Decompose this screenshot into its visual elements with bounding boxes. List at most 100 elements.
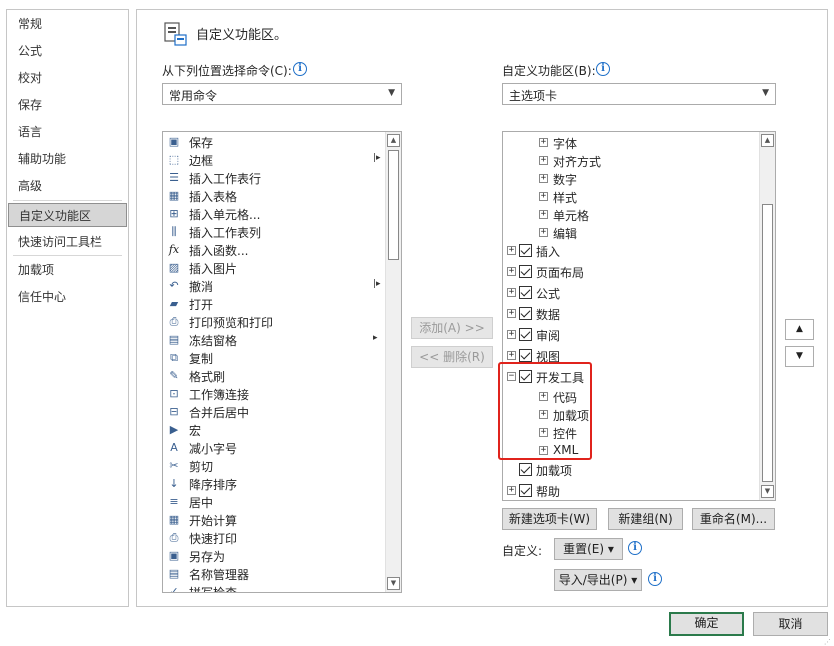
command-item[interactable]: ↶ 撤消 |▸ bbox=[167, 277, 387, 295]
nav-item[interactable]: 校对 bbox=[8, 66, 127, 90]
move-up-button[interactable]: ▲ bbox=[785, 319, 814, 340]
expand-icon[interactable]: + bbox=[507, 351, 516, 360]
ribbon-tree-item[interactable]: + 审阅 bbox=[503, 326, 758, 344]
expand-icon[interactable]: + bbox=[507, 267, 516, 276]
tab-checkbox[interactable] bbox=[519, 328, 532, 341]
ribbon-tree-item[interactable]: + 样式 bbox=[503, 188, 758, 206]
command-item[interactable]: ⫼ 插入工作表列 bbox=[167, 223, 387, 241]
command-item[interactable]: ✎ 格式刷 bbox=[167, 367, 387, 385]
tab-checkbox[interactable] bbox=[519, 265, 532, 278]
new-group-button[interactable]: 新建组(N) bbox=[608, 508, 683, 530]
command-item[interactable]: ⧉ 复制 bbox=[167, 349, 387, 367]
nav-item[interactable]: 高级 bbox=[8, 174, 127, 198]
nav-item[interactable]: 公式 bbox=[8, 39, 127, 63]
nav-item[interactable]: 信任中心 bbox=[8, 285, 127, 309]
command-item[interactable]: ⬚ 边框 |▸ bbox=[167, 151, 387, 169]
ribbon-tree-item[interactable]: + 字体 bbox=[503, 134, 758, 152]
undo-icon: ↶ bbox=[169, 279, 179, 292]
cancel-button[interactable]: 取消 bbox=[753, 612, 828, 636]
move-down-button[interactable]: ▼ bbox=[785, 346, 814, 367]
nav-item[interactable]: 保存 bbox=[8, 93, 127, 117]
nav-item[interactable]: 自定义功能区 bbox=[8, 203, 127, 227]
expand-icon[interactable]: + bbox=[507, 246, 516, 255]
scroll-down-icon[interactable]: ▼ bbox=[761, 485, 774, 498]
expand-icon[interactable]: + bbox=[507, 288, 516, 297]
ribbon-tree-item[interactable]: + 对齐方式 bbox=[503, 152, 758, 170]
ribbon-tree-item[interactable]: + 公式 bbox=[503, 284, 758, 302]
ribbon-tree-item[interactable]: + 编辑 bbox=[503, 224, 758, 242]
ok-button[interactable]: 确定 bbox=[669, 612, 744, 636]
rename-button[interactable]: 重命名(M)... bbox=[692, 508, 775, 530]
reset-button[interactable]: 重置(E) ▾ bbox=[554, 538, 623, 560]
expand-icon[interactable]: + bbox=[539, 210, 548, 219]
command-item[interactable]: ▦ 插入表格 bbox=[167, 187, 387, 205]
add-button[interactable]: 添加(A) >> bbox=[411, 317, 493, 339]
tab-checkbox[interactable] bbox=[519, 484, 532, 497]
nav-item[interactable]: 常规 bbox=[8, 12, 127, 36]
ribbon-tree-scrollbar[interactable]: ▲ ▼ bbox=[759, 132, 775, 500]
ribbon-tree-item[interactable]: + 数字 bbox=[503, 170, 758, 188]
command-item[interactable]: ▣ 保存 bbox=[167, 133, 387, 151]
nav-item[interactable]: 辅助功能 bbox=[8, 147, 127, 171]
ribbon-tree-item[interactable]: 加载项 bbox=[503, 461, 758, 479]
tab-checkbox[interactable] bbox=[519, 307, 532, 320]
expand-icon[interactable]: + bbox=[539, 174, 548, 183]
command-item[interactable]: ✓ 拼写检查 bbox=[167, 583, 387, 592]
expand-icon[interactable]: + bbox=[539, 156, 548, 165]
command-item[interactable]: ☰ 插入工作表行 bbox=[167, 169, 387, 187]
expand-icon[interactable]: + bbox=[507, 486, 516, 495]
expand-icon[interactable]: + bbox=[507, 309, 516, 318]
command-item[interactable]: ⊞ 插入单元格... bbox=[167, 205, 387, 223]
command-item[interactable]: ▤ 冻结窗格 ▸ bbox=[167, 331, 387, 349]
tab-checkbox[interactable] bbox=[519, 349, 532, 362]
command-item[interactable]: ▣ 另存为 bbox=[167, 547, 387, 565]
ribbon-tree-label: 插入 bbox=[536, 245, 561, 259]
choose-commands-select[interactable]: 常用命令 ▼ bbox=[162, 83, 402, 105]
command-item[interactable]: ▤ 名称管理器 bbox=[167, 565, 387, 583]
command-item[interactable]: ▦ 开始计算 bbox=[167, 511, 387, 529]
customize-ribbon-select[interactable]: 主选项卡 ▼ bbox=[502, 83, 776, 105]
tab-checkbox[interactable] bbox=[519, 286, 532, 299]
command-item[interactable]: ↓ 降序排序 bbox=[167, 475, 387, 493]
ribbon-tree-item[interactable]: + 插入 bbox=[503, 242, 758, 260]
ribbon-tree-item[interactable]: + 单元格 bbox=[503, 206, 758, 224]
scroll-down-icon[interactable]: ▼ bbox=[387, 577, 400, 590]
remove-button[interactable]: << 删除(R) bbox=[411, 346, 493, 368]
command-item[interactable]: ✂ 剪切 bbox=[167, 457, 387, 475]
command-item[interactable]: ⊟ 合并后居中 bbox=[167, 403, 387, 421]
scroll-thumb[interactable] bbox=[388, 150, 399, 260]
command-item[interactable]: fx 插入函数... bbox=[167, 241, 387, 259]
commands-list-scrollbar[interactable]: ▲ ▼ bbox=[385, 132, 401, 592]
command-item[interactable]: ⊡ 工作簿连接 bbox=[167, 385, 387, 403]
tab-checkbox[interactable] bbox=[519, 244, 532, 257]
command-item[interactable]: ⎙ 快速打印 bbox=[167, 529, 387, 547]
scroll-up-icon[interactable]: ▲ bbox=[761, 134, 774, 147]
nav-item[interactable]: 加载项 bbox=[8, 258, 127, 282]
choose-commands-info-icon[interactable]: i bbox=[293, 62, 307, 76]
reset-info-icon[interactable]: i bbox=[628, 541, 642, 555]
command-item[interactable]: ▶ 宏 bbox=[167, 421, 387, 439]
nav-item[interactable]: 语言 bbox=[8, 120, 127, 144]
import-export-button[interactable]: 导入/导出(P) ▾ bbox=[554, 569, 642, 591]
ribbon-tree-item[interactable]: + 页面布局 bbox=[503, 263, 758, 281]
ribbon-tree-item[interactable]: + 数据 bbox=[503, 305, 758, 323]
expand-icon[interactable]: + bbox=[539, 228, 548, 237]
command-item[interactable]: A 减小字号 bbox=[167, 439, 387, 457]
resize-grip-icon[interactable]: ⋰ bbox=[824, 638, 832, 646]
scroll-up-icon[interactable]: ▲ bbox=[387, 134, 400, 147]
new-tab-button[interactable]: 新建选项卡(W) bbox=[502, 508, 597, 530]
expand-icon[interactable]: + bbox=[507, 330, 516, 339]
customize-ribbon-info-icon[interactable]: i bbox=[596, 62, 610, 76]
nav-item[interactable]: 快速访问工具栏 bbox=[8, 230, 127, 254]
command-item[interactable]: ≡ 居中 bbox=[167, 493, 387, 511]
commands-list[interactable]: ▣ 保存 ⬚ 边框 |▸ ☰ 插入工作表行 ▦ 插入表格 ⊞ 插入单元格... ⫼ 插入工作表列 fx 插入… bbox=[162, 131, 402, 593]
expand-icon[interactable]: + bbox=[539, 192, 548, 201]
ribbon-tree-item[interactable]: + 帮助 bbox=[503, 482, 758, 500]
import-export-info-icon[interactable]: i bbox=[648, 572, 662, 586]
expand-icon[interactable]: + bbox=[539, 138, 548, 147]
scroll-thumb[interactable] bbox=[762, 204, 773, 482]
tab-checkbox[interactable] bbox=[519, 463, 532, 476]
command-item[interactable]: ▰ 打开 bbox=[167, 295, 387, 313]
command-item[interactable]: ▨ 插入图片 bbox=[167, 259, 387, 277]
command-item[interactable]: ⎙ 打印预览和打印 bbox=[167, 313, 387, 331]
